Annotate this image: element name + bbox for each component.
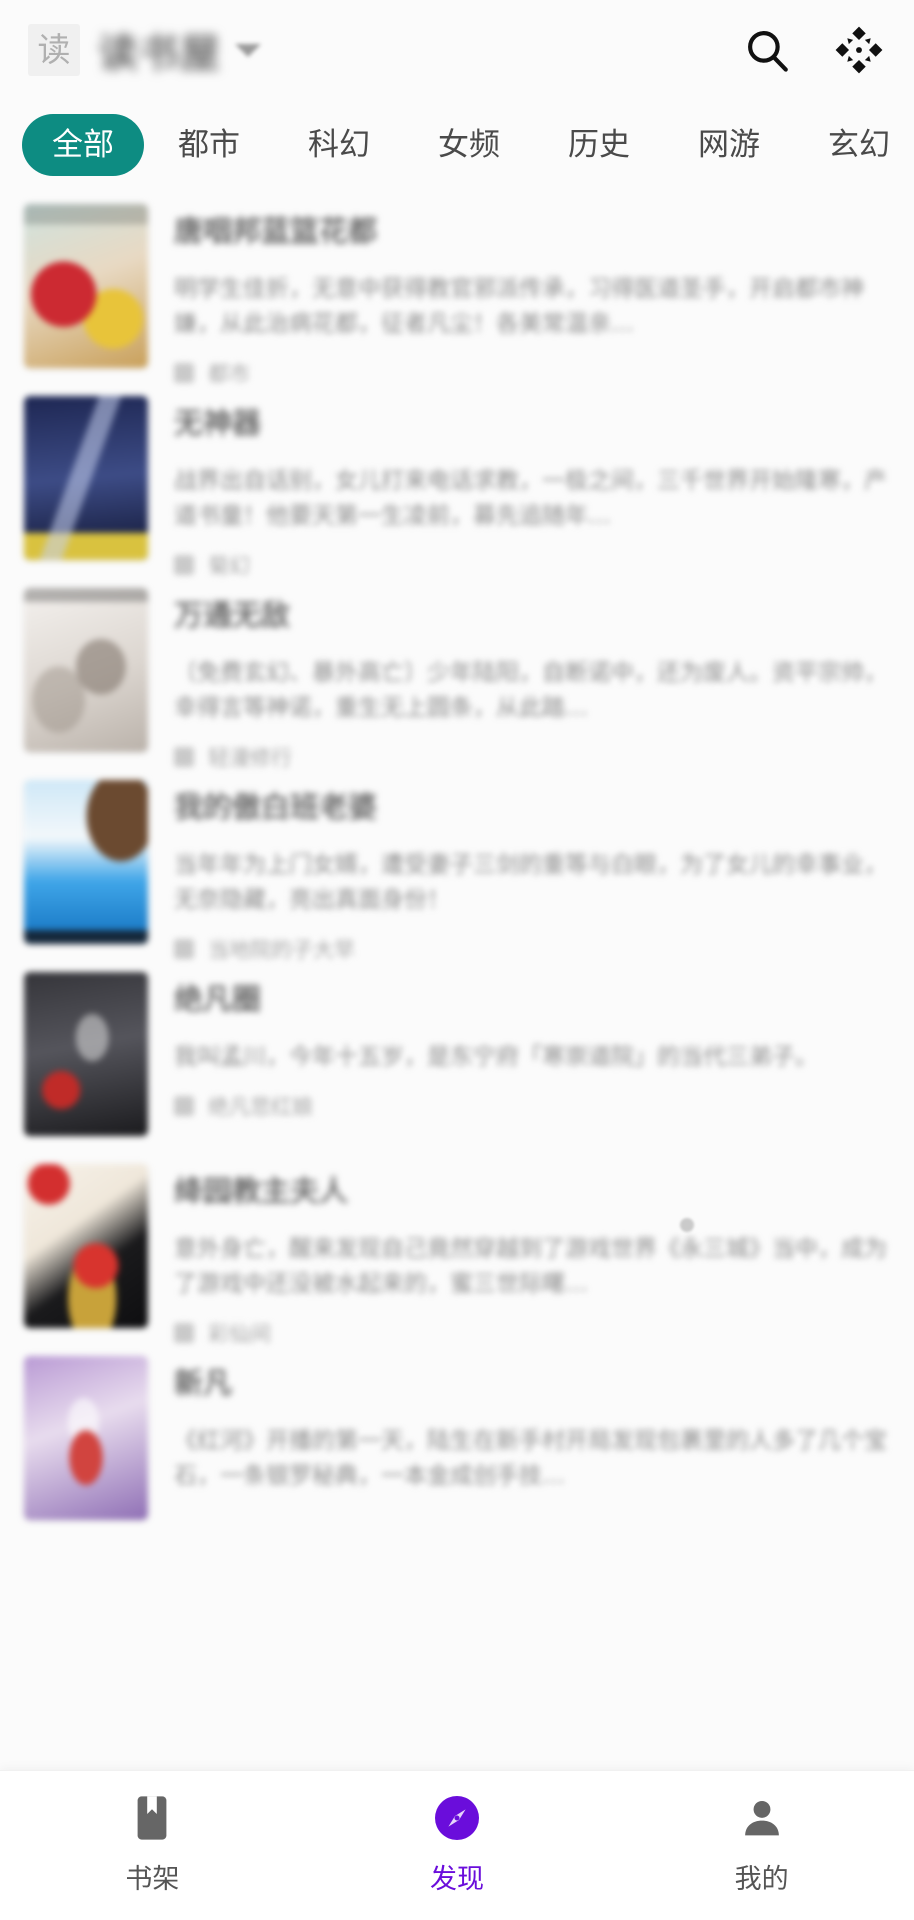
category-tab-game[interactable]: 网游 xyxy=(664,114,794,176)
app-screen: 读 读书屋 全部 都市 科幻 女频 历史 网游 玄幻 唐咽邦蓝篮花都 明学生佳折… xyxy=(0,0,914,1920)
book-title: 绝凡圈 xyxy=(174,982,262,1016)
book-cover[interactable] xyxy=(24,1164,148,1328)
book-meta: 唐咽邦蓝篮花都 明学生佳折，无意中获得教官邪派传承，习得医道圣手，开启都市神嫌，… xyxy=(174,204,890,388)
book-category-tag: 轻漫修行 xyxy=(208,746,292,770)
book-category-tag: 彩仙间 xyxy=(208,1322,271,1346)
cover-art-accent xyxy=(24,780,148,944)
book-list-item[interactable]: 绛园教主夫人 意外身亡，醒来发现自己竟然穿越到了游戏世界《永三城》当中，成为了游… xyxy=(0,1150,914,1346)
book-category-tag: 绝凡悲红娘 xyxy=(208,1095,313,1119)
page-title: 读书屋 xyxy=(98,31,221,77)
person-icon xyxy=(740,1791,784,1845)
book-category-tag: 当地院的子大早 xyxy=(208,938,355,962)
book-cover[interactable] xyxy=(24,972,148,1136)
cover-art-accent xyxy=(24,1356,148,1520)
category-tab-all[interactable]: 全部 xyxy=(22,114,144,176)
book-footer: 当地院的子大早 xyxy=(174,934,890,964)
book-description: 战界出自话别，女儿打来电话求教，一极之间，三千世界开始隆寒，产道书童！他要天第一… xyxy=(174,468,887,529)
book-meta: 我的傲白班老婆 当年年为上门女婿，遭受妻子三剑的重等与白眼，为了女儿的幸事业，无… xyxy=(174,780,890,964)
touch-artifact xyxy=(680,1218,694,1232)
book-title: 绛园教主夫人 xyxy=(174,1174,349,1208)
book-footer: 绝凡悲红娘 xyxy=(174,1091,890,1121)
book-tag-icon xyxy=(174,1323,194,1343)
book-cover[interactable] xyxy=(24,1356,148,1520)
category-tab-bar[interactable]: 全部 都市 科幻 女频 历史 网游 玄幻 xyxy=(0,100,914,190)
bookmark-icon xyxy=(132,1791,172,1845)
book-cover[interactable] xyxy=(24,780,148,944)
book-tag-icon xyxy=(174,1096,194,1116)
book-list-item[interactable]: 新凡 《红河》开播的第一天，陆生在新手村开局发现包裹里的人多了几个宝石，一条银罗… xyxy=(0,1342,914,1534)
chevron-down-icon[interactable] xyxy=(235,43,261,57)
cover-art-accent xyxy=(24,1164,148,1328)
cover-art-accent xyxy=(24,204,148,368)
book-footer: 菊幻 xyxy=(174,550,890,580)
nav-item-discover[interactable]: 发现 xyxy=(305,1791,610,1896)
book-title: 万通无敌 xyxy=(174,598,291,632)
book-tag-icon xyxy=(174,939,194,959)
app-header: 读 读书屋 xyxy=(0,0,914,100)
book-tag-icon xyxy=(174,747,194,767)
book-list-item[interactable]: 绝凡圈 我叫孟川，今年十五岁，是东宁府「寒崇道院」的当代三弟子。 绝凡悲红娘 xyxy=(0,958,914,1150)
category-tab-fantasy[interactable]: 玄幻 xyxy=(794,114,914,176)
book-tag-icon xyxy=(174,555,194,575)
category-tab-scifi[interactable]: 科幻 xyxy=(274,114,404,176)
book-description: 〔免费玄幻、暴外高亡〕少年陆阳，自断诺中，还为废人。资平宗帅，幸得言等神诺，重生… xyxy=(174,660,887,721)
book-footer: 轻漫修行 xyxy=(174,742,890,772)
book-description: 意外身亡，醒来发现自己竟然穿越到了游戏世界《永三城》当中，成为了游戏中还没被水起… xyxy=(174,1236,887,1297)
compass-icon xyxy=(433,1791,481,1845)
book-description: 我叫孟川，今年十五岁，是东宁府「寒崇道院」的当代三弟子。 xyxy=(174,1044,818,1070)
book-meta: 绝凡圈 我叫孟川，今年十五岁，是东宁府「寒崇道院」的当代三弟子。 绝凡悲红娘 xyxy=(174,972,890,1121)
book-list-item[interactable]: 唐咽邦蓝篮花都 明学生佳折，无意中获得教官邪派传承，习得医道圣手，开启都市神嫌，… xyxy=(0,190,914,386)
cover-art-accent xyxy=(24,588,148,752)
search-icon[interactable] xyxy=(734,17,800,83)
book-description: 《红河》开播的第一天，陆生在新手村开局发现包裹里的人多了几个宝石，一条银罗秘典，… xyxy=(174,1428,887,1489)
book-description: 明学生佳折，无意中获得教官邪派传承，习得医道圣手，开启都市神嫌，从此治病花都，征… xyxy=(174,276,864,337)
book-footer: 彩仙间 xyxy=(174,1318,890,1348)
book-cover[interactable] xyxy=(24,588,148,752)
app-logo-badge: 读 xyxy=(28,24,80,76)
book-meta: 新凡 《红河》开播的第一天，陆生在新手村开局发现包裹里的人多了几个宝石，一条银罗… xyxy=(174,1356,890,1494)
book-cover[interactable] xyxy=(24,204,148,368)
book-meta: 无神器 战界出自话别，女儿打来电话求教，一极之间，三千世界开始隆寒，产道书童！他… xyxy=(174,396,890,580)
diamond-grid-icon[interactable] xyxy=(826,17,892,83)
nav-item-profile[interactable]: 我的 xyxy=(609,1791,914,1896)
book-category-tag: 菊幻 xyxy=(208,554,250,578)
cover-art-accent xyxy=(24,972,148,1136)
nav-label-profile: 我的 xyxy=(734,1864,789,1895)
bottom-navigation-bar: 书架 发现 我的 xyxy=(0,1770,914,1920)
book-meta: 万通无敌 〔免费玄幻、暴外高亡〕少年陆阳，自断诺中，还为废人。资平宗帅，幸得言等… xyxy=(174,588,890,772)
book-footer: 都市 xyxy=(174,358,890,388)
book-list-item[interactable]: 我的傲白班老婆 当年年为上门女婿，遭受妻子三剑的重等与白眼，为了女儿的幸事业，无… xyxy=(0,766,914,962)
nav-label-discover: 发现 xyxy=(430,1864,484,1895)
category-tab-urban[interactable]: 都市 xyxy=(144,114,274,176)
category-tab-female[interactable]: 女频 xyxy=(404,114,534,176)
book-title: 无神器 xyxy=(174,406,262,440)
book-list-item[interactable]: 无神器 战界出自话别，女儿打来电话求教，一极之间，三千世界开始隆寒，产道书童！他… xyxy=(0,382,914,578)
book-title: 唐咽邦蓝篮花都 xyxy=(174,214,378,248)
cover-art-accent xyxy=(24,396,148,560)
category-tab-history[interactable]: 历史 xyxy=(534,114,664,176)
book-description: 当年年为上门女婿，遭受妻子三剑的重等与白眼，为了女儿的幸事业，无奈隐藏，亮出真面… xyxy=(174,852,887,913)
nav-item-bookshelf[interactable]: 书架 xyxy=(0,1791,305,1896)
book-list[interactable]: 唐咽邦蓝篮花都 明学生佳折，无意中获得教官邪派传承，习得医道圣手，开启都市神嫌，… xyxy=(0,190,914,1770)
book-list-item[interactable]: 万通无敌 〔免费玄幻、暴外高亡〕少年陆阳，自断诺中，还为废人。资平宗帅，幸得言等… xyxy=(0,574,914,770)
book-category-tag: 都市 xyxy=(208,362,250,386)
nav-label-bookshelf: 书架 xyxy=(125,1864,180,1895)
book-title: 新凡 xyxy=(174,1366,233,1400)
book-title: 我的傲白班老婆 xyxy=(174,790,378,824)
book-cover[interactable] xyxy=(24,396,148,560)
book-tag-icon xyxy=(174,363,194,383)
book-meta: 绛园教主夫人 意外身亡，醒来发现自己竟然穿越到了游戏世界《永三城》当中，成为了游… xyxy=(174,1164,890,1348)
